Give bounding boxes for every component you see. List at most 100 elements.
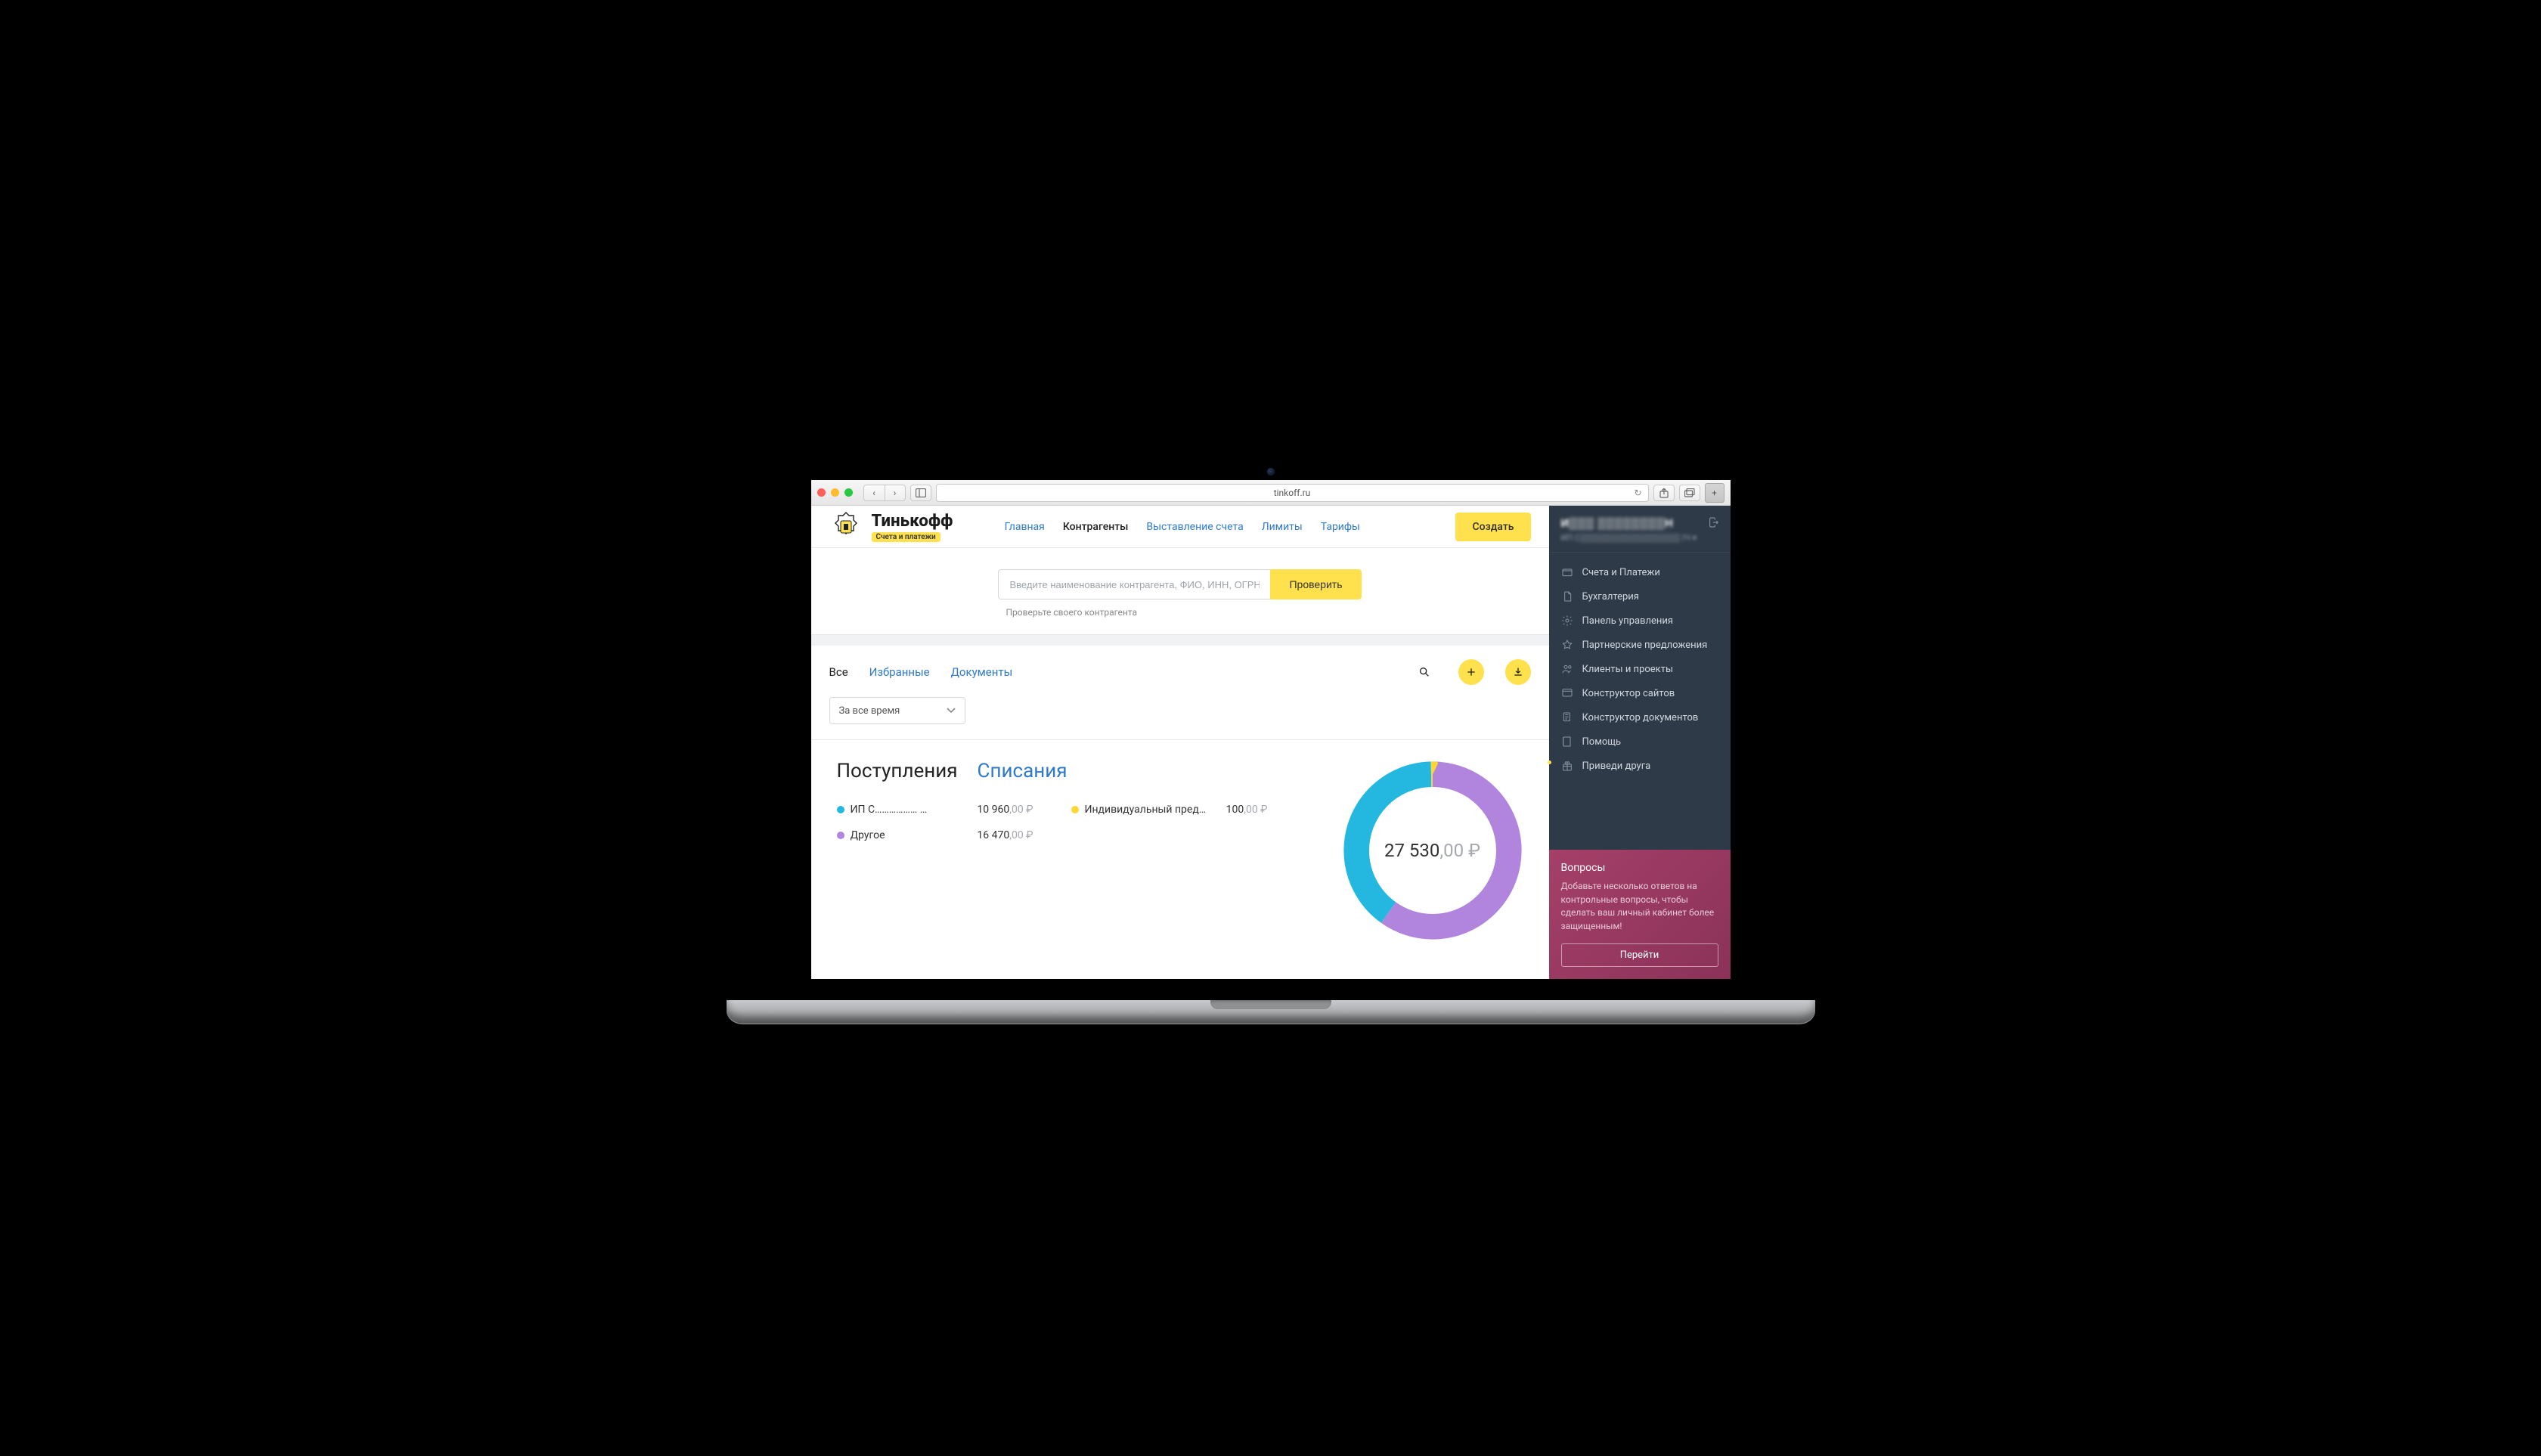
doc-icon [1561, 590, 1573, 603]
export-button[interactable] [1505, 659, 1531, 685]
sidebar-toggle-button[interactable] [910, 485, 931, 501]
legend-item[interactable]: Другое 16 470,00 ₽ [837, 829, 1033, 841]
sidebar-item-label: Помощь [1582, 736, 1622, 748]
legend-label: Другое [851, 829, 971, 841]
sidebar-item-docs[interactable]: Конструктор документов [1549, 705, 1731, 730]
screen: ‹ › tinkoff.ru ↻ [811, 480, 1731, 979]
book-icon [1561, 736, 1573, 748]
gear-icon [1561, 615, 1573, 627]
sidebar-user-name: И▒▒▒ ▒▒▒▒▒▒▒▒Н [1561, 516, 1718, 530]
logout-icon[interactable] [1708, 516, 1720, 531]
share-button[interactable] [1653, 485, 1675, 501]
promo-button[interactable]: Перейти [1561, 943, 1718, 967]
nav-forward-button[interactable]: › [885, 485, 906, 501]
laptop-base [727, 1000, 1815, 1024]
stats-left: Поступления Списания ИП С……………… …10 960,… [837, 760, 1312, 941]
brand[interactable]: Тинькофф Счета и платежи [829, 510, 953, 544]
new-tab-button[interactable]: + [1705, 483, 1724, 503]
nav-links: Главная Контрагенты Выставление счета Ли… [1005, 521, 1360, 533]
window-minimize-icon[interactable] [831, 488, 839, 497]
legend-item[interactable]: ИП С……………… …10 960,00 ₽ [837, 804, 1033, 816]
top-nav: Тинькофф Счета и платежи Главная Контраг… [811, 506, 1549, 548]
sidebar-item-label: Приведи друга [1582, 761, 1651, 772]
donut-total-frac: ,00 [1439, 840, 1464, 861]
badge-dot-icon [1548, 761, 1551, 764]
reload-icon[interactable]: ↻ [1634, 488, 1641, 498]
sidebar-item-label: Конструктор документов [1582, 712, 1699, 723]
sidebar-item-label: Конструктор сайтов [1582, 688, 1675, 699]
search-icon[interactable] [1411, 659, 1437, 685]
nav-limits[interactable]: Лимиты [1262, 521, 1303, 533]
legend-value: 100,00 ₽ [1226, 804, 1268, 816]
sidebar-item-star[interactable]: Партнерские предложения [1549, 633, 1731, 657]
sidebar-menu: Счета и Платежи Бухгалтерия Панель управле… [1549, 553, 1731, 785]
window-zoom-icon[interactable] [844, 488, 853, 497]
tab-outgoing[interactable]: Списания [978, 760, 1068, 782]
tab-favorites[interactable]: Избранные [869, 665, 930, 679]
nav-back-button[interactable]: ‹ [863, 485, 885, 501]
nav-counterparts[interactable]: Контрагенты [1063, 521, 1129, 533]
legend-dot-icon [1071, 806, 1079, 813]
create-button[interactable]: Создать [1455, 513, 1530, 541]
donut-currency: ₽ [1464, 840, 1480, 861]
nav-tariffs[interactable]: Тарифы [1321, 521, 1360, 533]
legend-item[interactable]: Индивидуальный пред… 100,00 ₽ [1071, 804, 1268, 816]
sidebar-promo: Вопросы Добавьте несколько ответов на ко… [1549, 850, 1731, 979]
stats-section: Поступления Списания ИП С……………… …10 960,… [811, 740, 1549, 979]
search-section: Проверить Проверьте своего контрагента [811, 548, 1549, 635]
sidebar-item-site[interactable]: Конструктор сайтов [1549, 681, 1731, 705]
brand-title: Тинькофф [872, 512, 953, 531]
sidebar-item-label: Партнерские предложения [1582, 640, 1708, 651]
sidebar-item-wallet[interactable]: Счета и Платежи [1549, 560, 1731, 584]
laptop-notch [1210, 1000, 1331, 1009]
promo-title: Вопросы [1561, 862, 1718, 874]
sidebar-item-label: Счета и Платежи [1582, 567, 1660, 578]
wallet-icon [1561, 566, 1573, 578]
camera-dot [1267, 468, 1275, 476]
counterparty-search-input[interactable] [998, 569, 1270, 599]
tab-incoming[interactable]: Поступления [837, 760, 958, 782]
docs-icon [1561, 711, 1573, 723]
app-main: Тинькофф Счета и платежи Главная Контраг… [811, 506, 1549, 979]
sidebar-item-gear[interactable]: Панель управления [1549, 609, 1731, 633]
tab-all[interactable]: Все [829, 665, 848, 679]
add-button[interactable] [1458, 659, 1484, 685]
sidebar-header: И▒▒▒ ▒▒▒▒▒▒▒▒Н ИП С▒▒▒▒▒▒▒▒▒▒▒▒▒▒▒▒▒ IЧ … [1549, 506, 1731, 553]
promo-text: Добавьте несколько ответов на контрольны… [1561, 880, 1718, 933]
filter-row: За все время [811, 685, 1549, 740]
url-text: tinkoff.ru [1274, 488, 1311, 498]
donut-total-int: 27 530 [1384, 840, 1439, 861]
legend-label: ИП С……………… … [851, 804, 971, 816]
gift-icon [1561, 760, 1573, 772]
sidebar-item-gift[interactable]: Приведи друга [1549, 754, 1731, 778]
sidebar-item-doc[interactable]: Бухгалтерия [1549, 584, 1731, 609]
tab-documents[interactable]: Документы [951, 665, 1013, 679]
sidebar-item-book[interactable]: Помощь [1549, 730, 1731, 754]
list-tabs: Все Избранные Документы [811, 646, 1549, 685]
screen-bezel: ‹ › tinkoff.ru ↻ [787, 459, 1755, 1003]
sidebar: И▒▒▒ ▒▒▒▒▒▒▒▒Н ИП С▒▒▒▒▒▒▒▒▒▒▒▒▒▒▒▒▒ IЧ … [1549, 506, 1731, 979]
sidebar-item-label: Панель управления [1582, 615, 1674, 627]
donut-legend: ИП С……………… …10 960,00 ₽ Индивидуальный пр… [837, 804, 1312, 841]
traffic-lights [817, 488, 853, 497]
stats-tabs: Поступления Списания [837, 760, 1312, 782]
sidebar-item-label: Бухгалтерия [1582, 591, 1639, 603]
browser-chrome: ‹ › tinkoff.ru ↻ [811, 480, 1731, 506]
nav-main[interactable]: Главная [1005, 521, 1045, 533]
check-button[interactable]: Проверить [1270, 569, 1361, 599]
window-close-icon[interactable] [817, 488, 826, 497]
tabs-button[interactable] [1679, 485, 1700, 501]
sidebar-item-label: Клиенты и проекты [1582, 664, 1674, 675]
legend-label: Индивидуальный пред… [1085, 804, 1220, 816]
nav-invoice[interactable]: Выставление счета [1146, 521, 1243, 533]
period-value: За все время [839, 705, 900, 717]
sidebar-item-users[interactable]: Клиенты и проекты [1549, 657, 1731, 681]
legend-value: 16 470,00 ₽ [977, 829, 1033, 841]
address-bar[interactable]: tinkoff.ru ↻ [936, 484, 1649, 502]
sidebar-org-name[interactable]: ИП С▒▒▒▒▒▒▒▒▒▒▒▒▒▒▒▒▒ IЧ ▾ [1561, 533, 1718, 543]
brand-logo-icon [829, 510, 863, 544]
app-container: Тинькофф Счета и платежи Главная Контраг… [811, 506, 1731, 979]
users-icon [1561, 663, 1573, 675]
period-select[interactable]: За все время [829, 697, 965, 724]
laptop-frame: ‹ › tinkoff.ru ↻ [787, 459, 1755, 1027]
